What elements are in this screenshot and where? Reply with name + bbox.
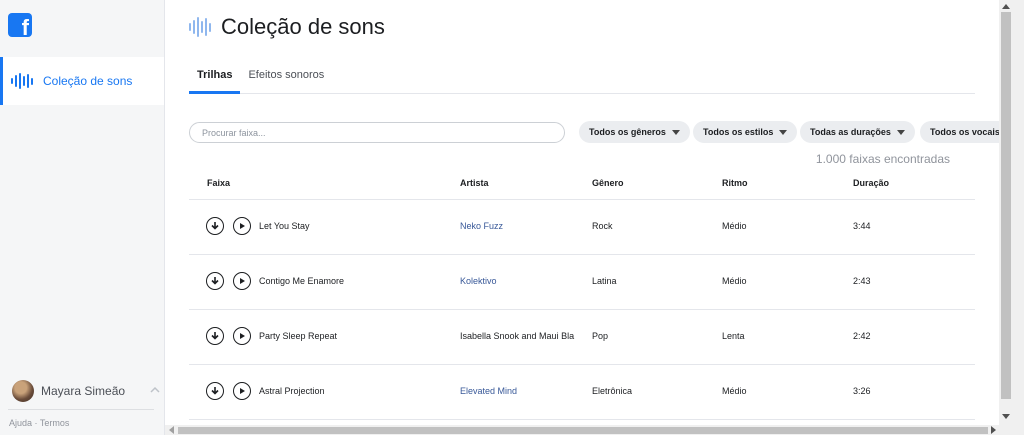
duration-cell: 2:42 — [853, 331, 871, 341]
duration-cell: 3:44 — [853, 221, 871, 231]
app-window: f Coleção de sons Mayara Simeão Ajuda · … — [0, 0, 1024, 435]
artist-link[interactable]: Kolektivo — [460, 276, 497, 286]
track-title: Contigo Me Enamore — [259, 276, 345, 286]
user-name: Mayara Simeão — [41, 384, 126, 398]
tab-bar: Trilhas Efeitos sonoros — [189, 66, 975, 94]
play-icon[interactable] — [233, 382, 251, 400]
caret-down-icon — [896, 129, 905, 135]
column-header-track: Faixa — [207, 178, 231, 188]
column-header-tempo: Ritmo — [722, 178, 748, 188]
track-title: Party Sleep Repeat — [259, 331, 338, 341]
download-icon[interactable] — [206, 272, 224, 290]
genre-cell: Pop — [592, 331, 609, 341]
duration-filter-label: Todas as durações — [810, 127, 891, 137]
download-icon[interactable] — [206, 217, 224, 235]
vertical-scrollbar-thumb[interactable] — [1001, 12, 1011, 399]
separator: · — [34, 418, 38, 428]
avatar — [12, 380, 34, 402]
track-title: Let You Stay — [259, 221, 310, 231]
terms-link[interactable]: Termos — [40, 418, 70, 428]
sidebar-item-label: Coleção de sons — [43, 74, 133, 88]
results-count: 1.000 faixas encontradas — [815, 152, 950, 166]
genre-cell: Eletrônica — [592, 386, 633, 396]
column-header-artist: Artista — [460, 178, 489, 188]
play-icon[interactable] — [233, 327, 251, 345]
tempo-cell: Médio — [722, 386, 747, 396]
table-row[interactable]: Contigo Me Enamore Kolektivo Latina Médi… — [189, 255, 975, 310]
main-content: Coleção de sons Trilhas Efeitos sonoros … — [165, 0, 999, 425]
tempo-cell: Médio — [722, 221, 747, 231]
download-icon[interactable] — [206, 382, 224, 400]
table-row[interactable]: Astral Projection Elevated Mind Eletrôni… — [189, 365, 975, 420]
page-header: Coleção de sons — [189, 14, 385, 40]
horizontal-scrollbar-thumb[interactable] — [178, 427, 988, 434]
style-filter-dropdown[interactable]: Todos os estilos — [693, 121, 798, 143]
artist-link[interactable]: Elevated Mind — [460, 386, 517, 396]
tempo-cell: Médio — [722, 276, 747, 286]
table-header: Faixa Artista Gênero Ritmo Duração — [189, 170, 975, 200]
duration-cell: 3:26 — [853, 386, 871, 396]
download-icon[interactable] — [206, 327, 224, 345]
genre-cell: Rock — [592, 221, 613, 231]
genre-cell: Latina — [592, 276, 617, 286]
scroll-down-arrow-icon[interactable] — [1002, 414, 1010, 419]
sound-bars-icon — [11, 73, 33, 89]
vocals-filter-dropdown[interactable]: Todos os vocais — [920, 121, 999, 143]
genre-filter-label: Todos os gêneros — [589, 127, 666, 137]
user-menu[interactable]: Mayara Simeão — [12, 380, 160, 402]
column-header-genre: Gênero — [592, 178, 624, 188]
sound-bars-icon — [189, 17, 211, 37]
table-row[interactable]: Let You Stay Neko Fuzz Rock Médio 3:44 — [189, 200, 975, 255]
scroll-left-arrow-icon[interactable] — [169, 426, 174, 434]
duration-cell: 2:43 — [853, 276, 871, 286]
sidebar-footer-links: Ajuda · Termos — [9, 418, 69, 428]
scroll-up-arrow-icon[interactable] — [1002, 4, 1010, 9]
chevron-up-icon[interactable] — [150, 385, 160, 395]
vocals-filter-label: Todos os vocais — [930, 127, 999, 137]
style-filter-label: Todos os estilos — [703, 127, 774, 137]
play-icon[interactable] — [233, 272, 251, 290]
search-input[interactable] — [189, 122, 565, 143]
divider — [8, 409, 154, 410]
page-title: Coleção de sons — [221, 14, 385, 39]
facebook-logo-icon[interactable]: f — [8, 13, 32, 39]
tab-sound-effects[interactable]: Efeitos sonoros — [240, 66, 332, 94]
play-icon[interactable] — [233, 217, 251, 235]
help-link[interactable]: Ajuda — [9, 418, 32, 428]
caret-down-icon — [779, 129, 788, 135]
caret-down-icon — [671, 129, 680, 135]
artist-name: Isabella Snook and Maui Bla — [460, 331, 575, 341]
track-title: Astral Projection — [259, 386, 325, 396]
tempo-cell: Lenta — [722, 331, 745, 341]
table-row[interactable]: Party Sleep Repeat Isabella Snook and Ma… — [189, 310, 975, 365]
scroll-right-arrow-icon[interactable] — [991, 426, 996, 434]
sidebar-item-sound-collection[interactable]: Coleção de sons — [0, 57, 164, 105]
column-header-duration: Duração — [853, 178, 890, 188]
sidebar: f Coleção de sons Mayara Simeão Ajuda · … — [0, 0, 165, 435]
genre-filter-dropdown[interactable]: Todos os gêneros — [579, 121, 690, 143]
artist-link[interactable]: Neko Fuzz — [460, 221, 503, 231]
duration-filter-dropdown[interactable]: Todas as durações — [800, 121, 915, 143]
tab-tracks[interactable]: Trilhas — [189, 66, 241, 94]
